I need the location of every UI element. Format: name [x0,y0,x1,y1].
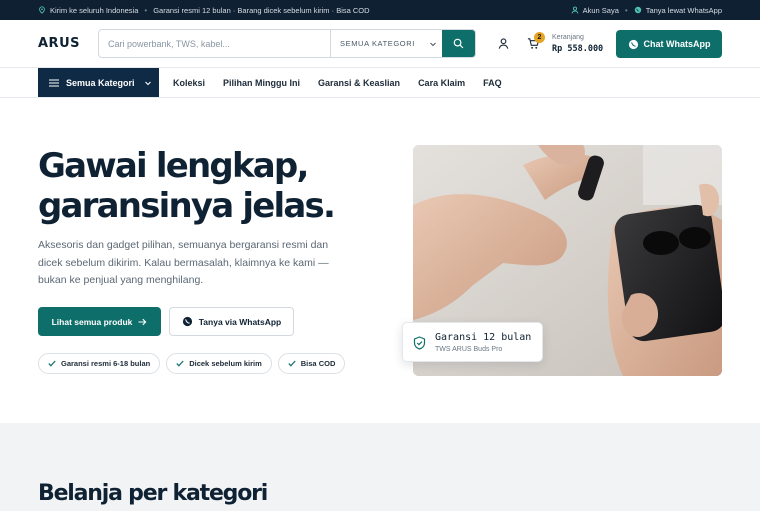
cart-widget[interactable]: 2 Keranjang Rp 558.000 [527,32,611,56]
hero-title: Gawai lengkap, garansinya jelas. [38,146,388,226]
search-category-value: SEMUA KATEGORI [340,39,415,48]
hero-title-line-1: Gawai lengkap, [38,146,309,186]
account-icon[interactable] [497,37,510,50]
site-header: ARUS SEMUA KATEGORI 2 Keranjang Rp 558.0… [0,20,760,68]
topbar-left: Kirim ke seluruh Indonesia • Garansi res… [38,0,370,20]
arrow-right-icon [138,318,147,325]
separator-dot: • [144,5,148,15]
user-icon [571,6,578,14]
search-icon [453,38,464,49]
trust-chips: Garansi resmi 6-18 bulan Dicek sebelum k… [38,353,346,374]
cart-label: Keranjang [552,34,584,41]
ask-whatsapp-label: Tanya via WhatsApp [198,316,282,327]
menu-icon [49,78,59,87]
separator-dot: • [624,5,628,15]
category-section-title: Belanja per kategori [38,481,268,506]
nav-link-garansi-keaslian[interactable]: Garansi & Keaslian [318,78,400,88]
site-logo[interactable]: ARUS [38,36,80,51]
chip-checked-label: Dicek sebelum kirim [189,359,262,368]
nav-link-pilihan-minggu-ini[interactable]: Pilihan Minggu Ini [223,78,300,88]
all-categories-button[interactable]: Semua Kategori [38,68,159,97]
topbar-right: Akun Saya • Tanya lewat WhatsApp [571,0,722,20]
search-input[interactable] [99,30,330,57]
warranty-card-title: Garansi 12 bulan [435,332,532,343]
nav-link-koleksi[interactable]: Koleksi [173,78,205,88]
view-all-products-label: Lihat semua produk [51,316,133,327]
chat-whatsapp-label: Chat WhatsApp [643,39,711,49]
hero-title-line-2: garansinya jelas. [38,186,336,226]
chat-whatsapp-button[interactable]: Chat WhatsApp [616,30,722,58]
account-link-label: Akun Saya [582,5,619,15]
whatsapp-icon [628,39,638,49]
category-section: Belanja per kategori [0,423,760,511]
whatsapp-icon [182,316,192,327]
nav-links: Koleksi Pilihan Minggu Ini Garansi & Kea… [173,68,502,97]
topbar-shipping: Kirim ke seluruh Indonesia [38,6,138,15]
hero-subtitle: Aksesoris dan gadget pilihan, semuanya b… [38,239,329,286]
view-all-products-button[interactable]: Lihat semua produk [38,307,161,336]
ask-whatsapp-button[interactable]: Tanya via WhatsApp [169,307,294,336]
search-category-select[interactable]: SEMUA KATEGORI [330,30,442,57]
topbar-whatsapp-label: Tanya lewat WhatsApp [645,5,722,15]
location-pin-icon [39,6,45,14]
chevron-down-icon [430,42,436,46]
top-announcement-bar: Kirim ke seluruh Indonesia • Garansi res… [0,0,760,20]
chip-warranty-label: Garansi resmi 6-18 bulan [61,359,151,368]
main-nav: Semua Kategori Koleksi Pilihan Minggu In… [0,68,760,98]
check-icon [48,360,56,367]
check-icon [176,360,184,367]
whatsapp-icon [634,6,641,14]
chip-warranty: Garansi resmi 6-18 bulan [38,353,161,374]
shield-check-icon [413,336,426,350]
topbar-whatsapp-link[interactable]: Tanya lewat WhatsApp [634,6,722,15]
check-icon [288,360,296,367]
search-bar: SEMUA KATEGORI [98,29,476,58]
topbar-shipping-text: Kirim ke seluruh Indonesia [50,5,139,15]
topbar-guarantee-text: Garansi resmi 12 bulan · Barang dicek se… [153,5,370,15]
cart-count-badge: 2 [534,32,545,43]
chip-cod: Bisa COD [277,353,346,374]
nav-link-cara-klaim[interactable]: Cara Klaim [418,78,465,88]
chevron-down-icon [144,81,151,85]
nav-link-faq[interactable]: FAQ [483,78,502,88]
cart-total: Rp 558.000 [552,44,604,54]
search-button[interactable] [442,30,475,57]
account-link[interactable]: Akun Saya [571,6,619,15]
chip-cod-label: Bisa COD [300,359,336,368]
warranty-card: Garansi 12 bulan TWS ARUS Buds Pro [402,322,543,362]
chip-checked: Dicek sebelum kirim [166,353,272,374]
all-categories-label: Semua Kategori [66,77,135,88]
warranty-card-product: TWS ARUS Buds Pro [435,346,503,353]
